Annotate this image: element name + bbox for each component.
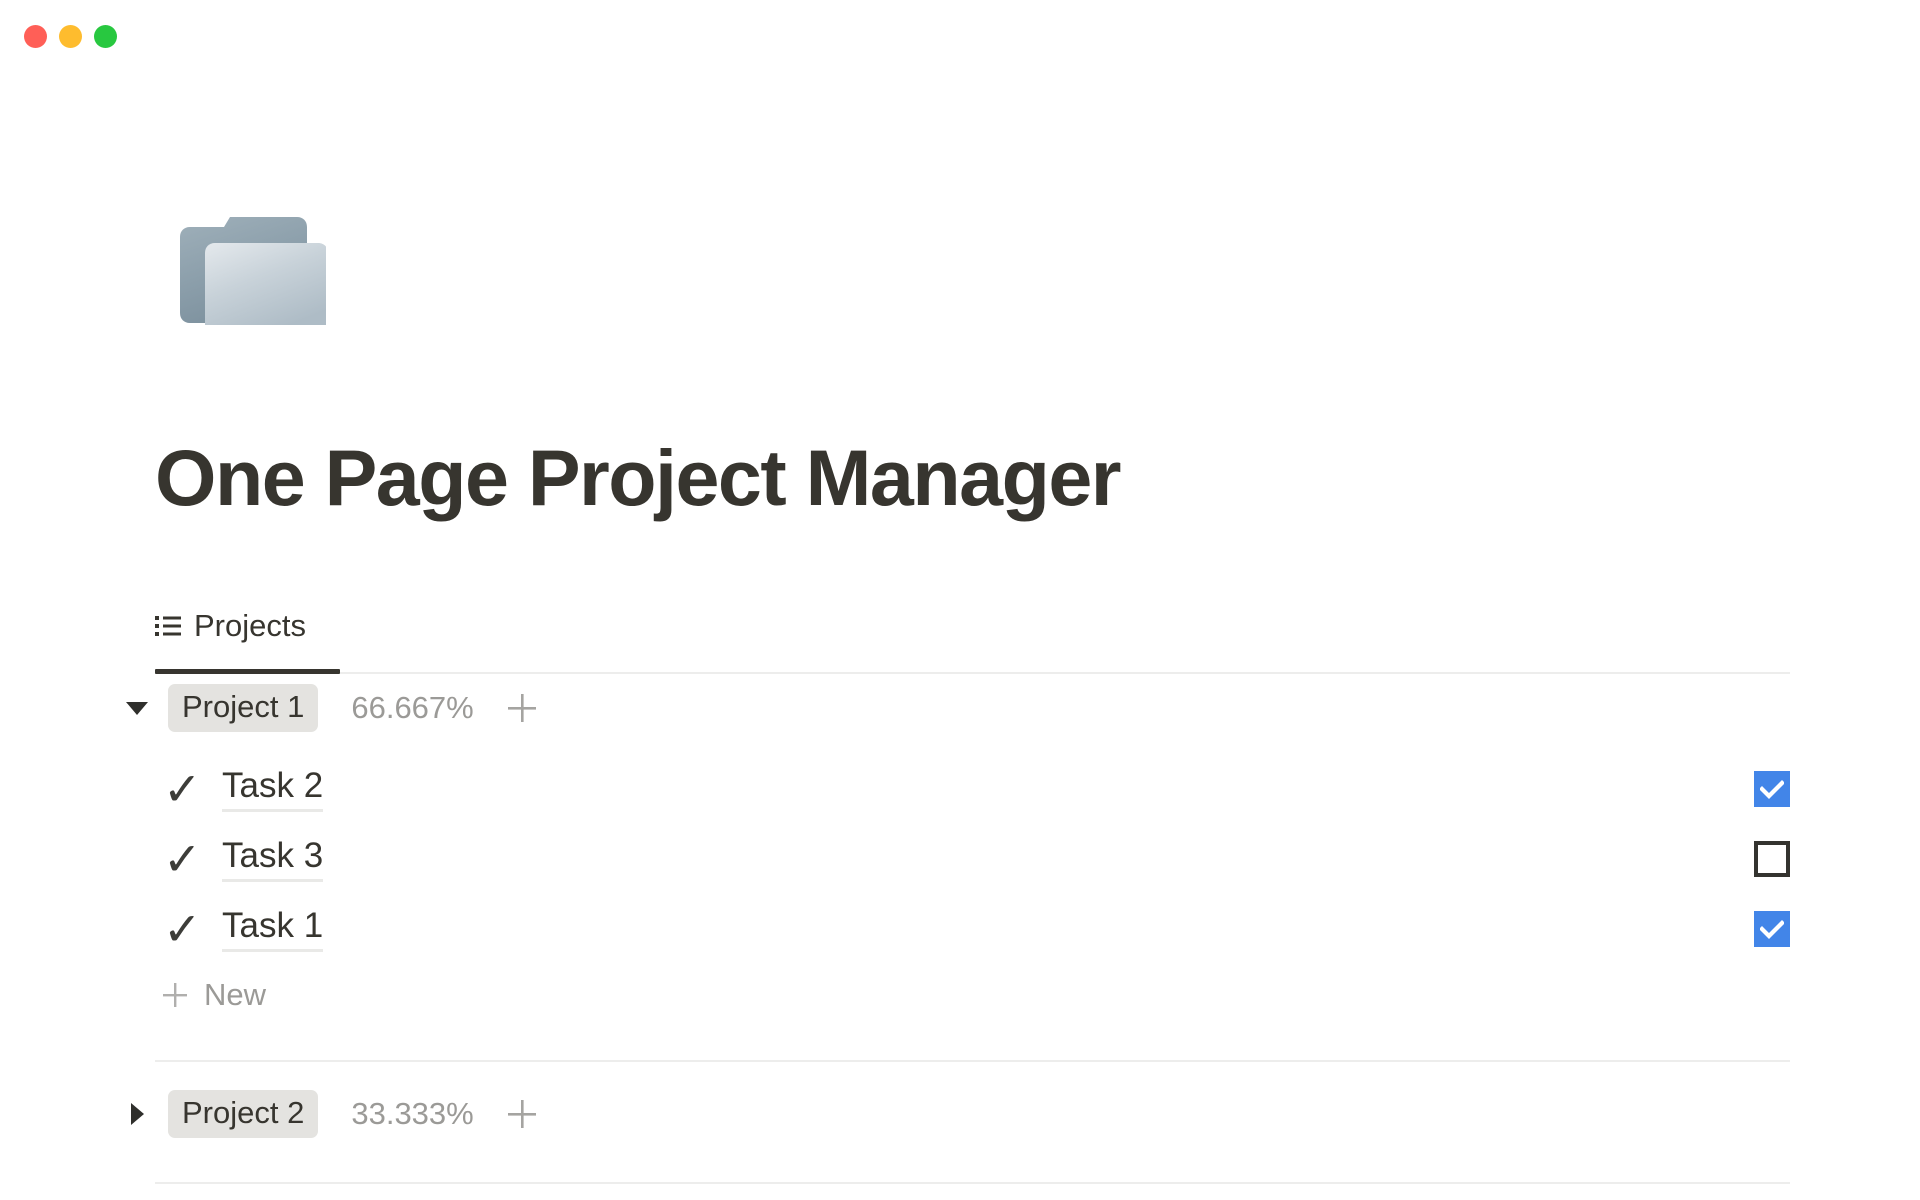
- group-top-spacer: [0, 1062, 1920, 1080]
- task-name-cell[interactable]: Task 3: [222, 836, 324, 882]
- task-name-cell[interactable]: Task 1: [222, 906, 324, 952]
- checkbox-unchecked-icon: [1754, 841, 1790, 877]
- add-task-to-group-button[interactable]: [502, 1094, 542, 1134]
- group-bottom-spacer: [0, 1148, 1920, 1182]
- check-glyph-icon: ✓: [163, 832, 202, 886]
- task-done-checkbox[interactable]: [1754, 771, 1790, 807]
- cell-underline: [222, 809, 324, 812]
- task-name: Task 2: [222, 766, 324, 805]
- chevron-right-icon[interactable]: [119, 1096, 155, 1132]
- add-new-task-row[interactable]: New: [0, 964, 1920, 1026]
- table-row[interactable]: ✓ Task 2: [0, 754, 1920, 824]
- tab-projects[interactable]: Projects: [155, 578, 343, 674]
- project-group-progress: 33.333%: [351, 1096, 474, 1131]
- group-bottom-spacer: [0, 1026, 1920, 1060]
- project-group-progress: 66.667%: [351, 690, 474, 725]
- project-group-header: Project 2 33.333%: [0, 1080, 1920, 1148]
- check-glyph-icon: ✓: [163, 902, 202, 956]
- project-group-name[interactable]: Project 1: [168, 684, 319, 732]
- page-content: One Page Project Manager Projects Projec…: [0, 0, 1920, 1200]
- table-row[interactable]: ✓ Task 3: [0, 824, 1920, 894]
- cell-underline: [222, 949, 324, 952]
- page-title: One Page Project Manager: [155, 433, 1122, 522]
- group-divider: [155, 1182, 1790, 1184]
- add-new-task-label: New: [204, 977, 267, 1012]
- task-done-checkbox[interactable]: [1754, 841, 1790, 877]
- checkbox-checked-icon: [1754, 911, 1790, 947]
- tab-projects-label: Projects: [194, 608, 306, 643]
- add-task-to-group-button[interactable]: [502, 688, 542, 728]
- check-glyph-icon: ✓: [163, 762, 202, 816]
- task-name: Task 1: [222, 906, 324, 945]
- plus-icon: [158, 978, 192, 1012]
- cell-underline: [222, 879, 324, 882]
- checkbox-checked-icon: [1754, 771, 1790, 807]
- table-row[interactable]: ✓ Task 1: [0, 894, 1920, 964]
- project-group-header: Project 1 66.667%: [0, 674, 1920, 742]
- task-name-cell[interactable]: Task 2: [222, 766, 324, 812]
- task-done-checkbox[interactable]: [1754, 911, 1790, 947]
- project-group-list: Project 1 66.667% ✓ Task 2 ✓ Task 3 ✓ Ta…: [0, 674, 1920, 1184]
- task-list: ✓ Task 2 ✓ Task 3 ✓ Task 1 New: [0, 742, 1920, 1026]
- project-group-1: Project 1 66.667% ✓ Task 2 ✓ Task 3 ✓ Ta…: [0, 674, 1920, 1062]
- project-group-name[interactable]: Project 2: [168, 1090, 319, 1138]
- chevron-down-icon[interactable]: [119, 690, 155, 726]
- task-name: Task 3: [222, 836, 324, 875]
- open-folder-icon[interactable]: [158, 175, 326, 325]
- list-icon: [155, 613, 181, 639]
- view-tab-bar: Projects: [155, 578, 1790, 674]
- project-group-2: Project 2 33.333%: [0, 1062, 1920, 1184]
